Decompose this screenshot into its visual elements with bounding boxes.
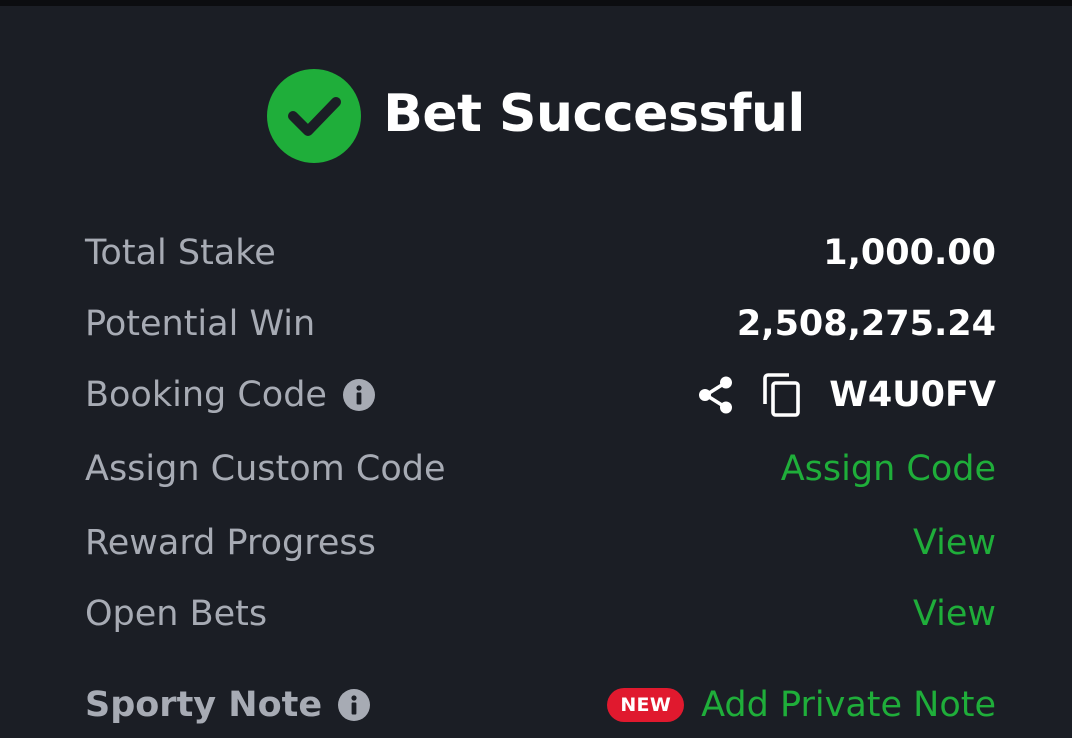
- open-bets-view-link[interactable]: View: [913, 594, 996, 634]
- sporty-note-label-group: Sporty Note: [85, 685, 371, 725]
- total-stake-row: Total Stake 1,000.00: [85, 223, 996, 283]
- success-header: Bet Successful: [0, 68, 1072, 164]
- reward-progress-label: Reward Progress: [85, 523, 376, 563]
- sporty-note-row: Sporty Note NEW Add Private Note: [85, 675, 996, 735]
- potential-win-value: 2,508,275.24: [736, 304, 996, 344]
- sporty-note-label: Sporty Note: [85, 685, 323, 725]
- open-bets-label: Open Bets: [85, 594, 268, 634]
- total-stake-label: Total Stake: [85, 233, 276, 273]
- new-badge: NEW: [607, 688, 685, 722]
- booking-code-row: Booking Code W4U0FV: [85, 365, 996, 425]
- reward-progress-row: Reward Progress View: [85, 513, 996, 573]
- top-edge-bar: [0, 0, 1072, 6]
- check-circle-icon: [267, 69, 362, 163]
- info-icon[interactable]: [342, 379, 375, 411]
- info-icon[interactable]: [338, 689, 371, 721]
- assign-custom-code-label: Assign Custom Code: [85, 449, 446, 489]
- assign-custom-code-row: Assign Custom Code Assign Code: [85, 439, 996, 499]
- copy-icon[interactable]: [761, 372, 803, 418]
- potential-win-row: Potential Win 2,508,275.24: [85, 294, 996, 354]
- assign-code-link[interactable]: Assign Code: [781, 449, 996, 489]
- booking-code-actions: W4U0FV: [695, 372, 996, 418]
- booking-code-value[interactable]: W4U0FV: [829, 375, 996, 415]
- reward-progress-view-link[interactable]: View: [913, 523, 996, 563]
- booking-code-label: Booking Code: [85, 375, 327, 415]
- add-private-note-link[interactable]: Add Private Note: [701, 685, 996, 725]
- share-icon[interactable]: [695, 374, 737, 416]
- total-stake-value: 1,000.00: [823, 233, 996, 273]
- potential-win-label: Potential Win: [85, 304, 316, 344]
- sporty-note-actions: NEW Add Private Note: [607, 685, 996, 725]
- booking-code-label-group: Booking Code: [85, 375, 375, 415]
- page-title: Bet Successful: [383, 84, 805, 144]
- open-bets-row: Open Bets View: [85, 584, 996, 644]
